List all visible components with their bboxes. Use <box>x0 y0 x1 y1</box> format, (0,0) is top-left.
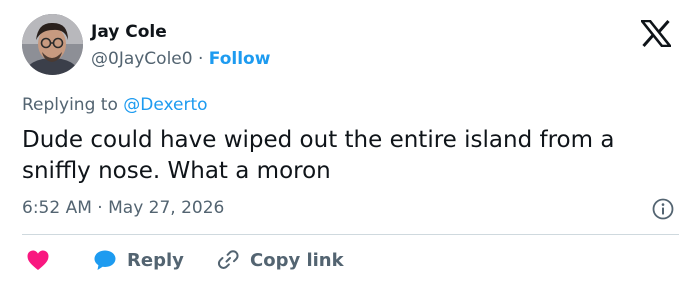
link-icon <box>217 250 239 269</box>
like-button[interactable] <box>26 249 50 271</box>
author-meta: @0JayCole0 · Follow <box>91 49 270 69</box>
reply-mention[interactable]: @Dexerto <box>123 95 207 115</box>
reply-bubble-icon <box>94 250 116 270</box>
reply-context: Replying to @Dexerto <box>22 95 208 115</box>
reply-button[interactable]: Reply <box>93 249 184 271</box>
tweet-date: May 27, 2026 <box>108 198 225 218</box>
heart-icon <box>27 250 49 270</box>
separator: · <box>97 198 103 218</box>
author-handle[interactable]: @0JayCole0 <box>91 49 193 69</box>
separator: · <box>197 49 204 69</box>
author-name[interactable]: Jay Cole <box>91 22 167 42</box>
avatar-image <box>22 14 83 75</box>
tweet-time: 6:52 AM <box>22 198 92 218</box>
reply-label: Reply <box>127 249 184 271</box>
avatar[interactable] <box>22 14 83 75</box>
follow-button[interactable]: Follow <box>209 49 271 69</box>
timestamp[interactable]: 6:52 AM · May 27, 2026 <box>22 198 224 218</box>
tweet-text: Dude could have wiped out the entire isl… <box>22 127 615 184</box>
copy-link-button[interactable]: Copy link <box>216 249 344 271</box>
reply-prefix: Replying to <box>22 95 118 115</box>
divider <box>22 234 679 235</box>
info-icon[interactable] <box>651 197 675 221</box>
x-logo-icon[interactable] <box>641 20 671 47</box>
copy-link-label: Copy link <box>250 249 344 271</box>
